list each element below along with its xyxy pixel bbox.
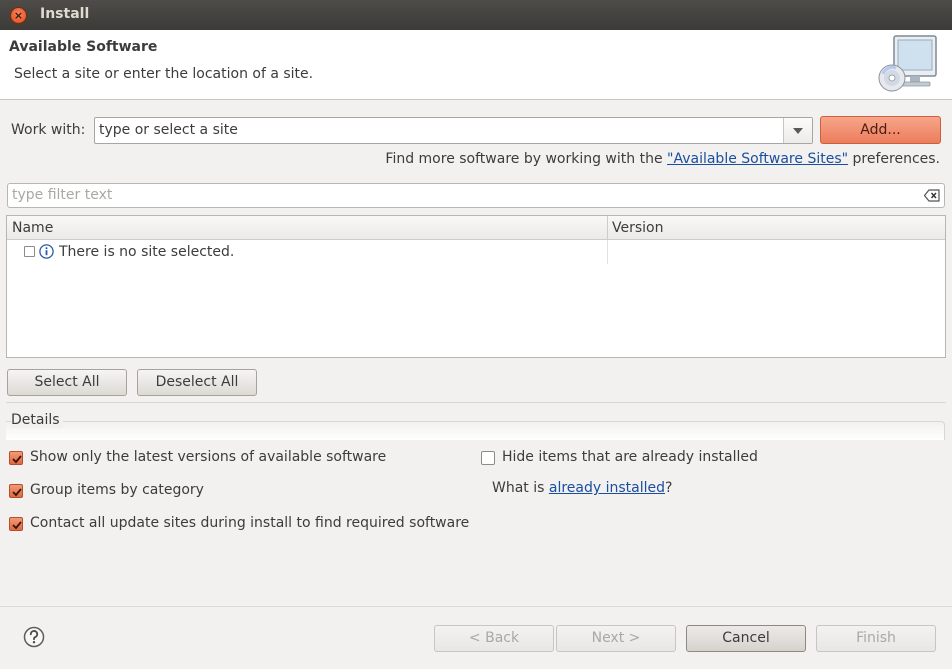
filter-field[interactable]: type filter text	[7, 183, 945, 208]
window-title: Install	[40, 6, 90, 22]
page-description: Select a site or enter the location of a…	[14, 66, 314, 82]
divider	[6, 402, 946, 403]
hide-installed-checkbox[interactable]	[481, 451, 495, 465]
table-row[interactable]: There is no site selected.	[59, 244, 234, 260]
column-divider[interactable]	[607, 216, 608, 240]
contact-update-sites-label[interactable]: Contact all update sites during install …	[30, 515, 469, 531]
cancel-button[interactable]: Cancel	[686, 625, 806, 652]
what-is-prefix: What is	[492, 480, 549, 496]
what-is-installed: What is already installed?	[492, 480, 672, 496]
back-button[interactable]: < Back	[434, 625, 554, 652]
finish-button[interactable]: Finish	[816, 625, 936, 652]
hide-installed-label[interactable]: Hide items that are already installed	[502, 449, 758, 465]
close-icon[interactable]: ×	[10, 7, 27, 24]
table-header: Name Version	[7, 216, 945, 240]
what-is-suffix: ?	[665, 480, 673, 496]
page-title: Available Software	[9, 39, 158, 55]
contact-update-sites-checkbox[interactable]	[9, 517, 23, 531]
title-bar: × Install	[0, 0, 952, 30]
deselect-all-button[interactable]: Deselect All	[137, 369, 257, 396]
add-site-button[interactable]: Add...	[820, 116, 941, 144]
work-with-input[interactable]: type or select a site	[99, 122, 238, 138]
help-icon[interactable]	[23, 626, 45, 648]
software-tree-table[interactable]: Name Version There is no site selected.	[6, 215, 946, 358]
filter-input[interactable]: type filter text	[12, 187, 112, 203]
row-checkbox[interactable]	[24, 246, 35, 257]
group-by-category-checkbox[interactable]	[9, 484, 23, 498]
work-with-label: Work with:	[11, 122, 86, 138]
select-all-button[interactable]: Select All	[7, 369, 127, 396]
work-with-dropdown-button[interactable]	[783, 118, 812, 143]
already-installed-link[interactable]: already installed	[549, 480, 665, 496]
work-with-combo[interactable]: type or select a site	[94, 117, 813, 144]
hint-prefix: Find more software by working with the	[385, 151, 668, 167]
group-by-category-label[interactable]: Group items by category	[30, 482, 204, 498]
column-divider-body	[607, 240, 608, 264]
details-area	[6, 421, 945, 440]
computer-install-icon	[878, 35, 937, 92]
hint-suffix: preferences.	[848, 151, 941, 167]
latest-versions-label[interactable]: Show only the latest versions of availab…	[30, 449, 386, 465]
column-header-version[interactable]: Version	[612, 220, 663, 236]
column-header-name[interactable]: Name	[12, 220, 53, 236]
chevron-down-icon	[793, 128, 803, 134]
info-icon	[39, 244, 54, 259]
footer-divider	[0, 606, 952, 607]
available-software-sites-link[interactable]: "Available Software Sites"	[667, 151, 848, 167]
clear-icon[interactable]	[924, 189, 940, 202]
details-label: Details	[11, 412, 63, 428]
next-button[interactable]: Next >	[556, 625, 676, 652]
latest-versions-checkbox[interactable]	[9, 451, 23, 465]
header-banner: Available Software Select a site or ente…	[0, 30, 952, 100]
available-sites-hint: Find more software by working with the "…	[385, 151, 940, 167]
